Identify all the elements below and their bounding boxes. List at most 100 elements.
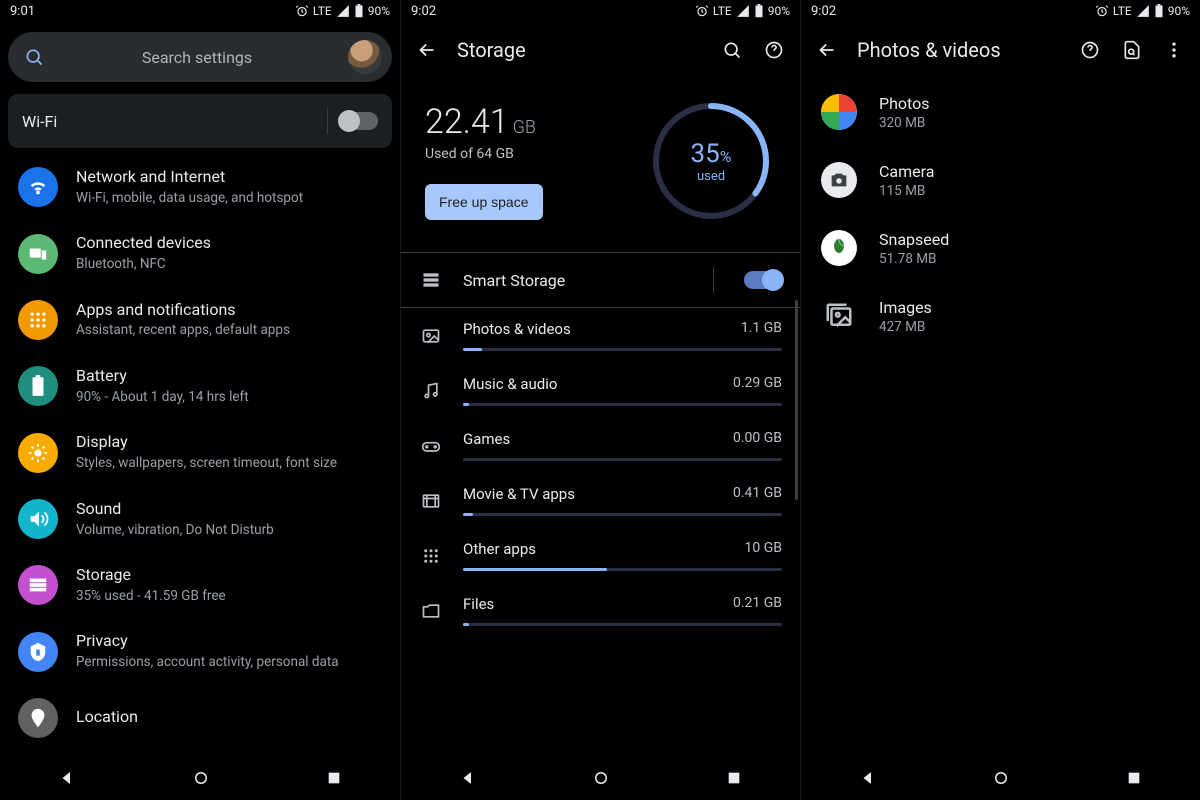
storage-used-of: Used of 64 GB [425, 146, 626, 162]
settings-item-subtitle: Wi-Fi, mobile, data usage, and hotspot [76, 190, 303, 208]
settings-item-subtitle: 35% used - 41.59 GB free [76, 588, 226, 606]
storage-category-row[interactable]: Games 0.00 GB [401, 418, 800, 473]
settings-item-storage[interactable]: Storage 35% used - 41.59 GB free [0, 552, 400, 618]
settings-item-title: Apps and notifications [76, 300, 290, 321]
nav-recent[interactable] [726, 770, 742, 786]
battery-icon [18, 366, 58, 406]
battery-icon [754, 4, 764, 18]
nav-home[interactable] [992, 769, 1010, 787]
images-icon [819, 296, 859, 336]
storage-category-row[interactable]: Movie & TV apps 0.41 GB [401, 473, 800, 528]
signal-icon [736, 4, 750, 18]
smart-storage-toggle[interactable] [744, 271, 782, 289]
sound-icon [18, 499, 58, 539]
settings-item-title: Sound [76, 499, 274, 520]
settings-item-title: Connected devices [76, 233, 211, 254]
settings-item-title: Display [76, 432, 337, 453]
status-time: 9:01 [10, 4, 35, 19]
search-placeholder: Search settings [60, 48, 334, 67]
separator [713, 267, 714, 293]
back-button[interactable] [815, 38, 839, 62]
help-button[interactable] [762, 38, 786, 62]
smart-storage-row[interactable]: Smart Storage [401, 253, 800, 307]
settings-item-title: Storage [76, 565, 226, 586]
smart-storage-icon [419, 270, 443, 290]
settings-item-subtitle: Styles, wallpapers, screen timeout, font… [76, 455, 337, 473]
settings-item-apps[interactable]: Apps and notifications Assistant, recent… [0, 287, 400, 353]
app-item[interactable]: Images 427 MB [801, 282, 1200, 350]
battery-icon [1154, 4, 1164, 18]
apps-icon [18, 300, 58, 340]
storage-category-row[interactable]: Other apps10 GB [401, 528, 800, 583]
location-icon [18, 698, 58, 738]
settings-item-title: Privacy [76, 631, 339, 652]
settings-item-privacy[interactable]: Privacy Permissions, account activity, p… [0, 618, 400, 684]
search-button[interactable] [720, 38, 744, 62]
separator [327, 108, 328, 134]
category-bar [463, 348, 782, 351]
app-size: 115 MB [879, 183, 934, 199]
category-name: Games [463, 430, 510, 448]
search-settings[interactable]: Search settings [8, 32, 392, 82]
storage-summary: 22.41GB Used of 64 GB Free up space 35% … [401, 78, 800, 252]
wifi-label: Wi-Fi [22, 112, 57, 131]
app-title: Photos [879, 94, 930, 113]
settings-item-title: Battery [76, 366, 249, 387]
status-network: LTE [713, 4, 732, 18]
find-in-page-button[interactable] [1120, 38, 1144, 62]
settings-item-display[interactable]: Display Styles, wallpapers, screen timeo… [0, 419, 400, 485]
gphotos-icon [819, 92, 859, 132]
category-icon [419, 436, 443, 456]
smart-storage-label: Smart Storage [463, 271, 693, 290]
signal-icon [1136, 4, 1150, 18]
scrollbar[interactable] [795, 300, 798, 500]
status-bar: 9:01 LTE 90% [0, 0, 400, 22]
category-icon [419, 491, 443, 511]
nav-back[interactable] [859, 769, 877, 787]
storage-used-value: 22.41GB [425, 102, 626, 142]
category-name: Movie & TV apps [463, 485, 575, 503]
settings-item-location[interactable]: Location [0, 685, 400, 751]
settings-item-sound[interactable]: Sound Volume, vibration, Do Not Disturb [0, 486, 400, 552]
nav-recent[interactable] [1126, 770, 1142, 786]
nav-bar [801, 756, 1200, 800]
wifi-icon [18, 167, 58, 207]
category-size: 10 GB [745, 540, 782, 558]
back-button[interactable] [415, 38, 439, 62]
settings-item-subtitle: 90% - About 1 day, 14 hrs left [76, 389, 249, 407]
overflow-button[interactable] [1162, 38, 1186, 62]
app-size: 427 MB [879, 319, 932, 335]
storage-header: Storage [401, 22, 800, 78]
nav-home[interactable] [592, 769, 610, 787]
storage-category-row[interactable]: Music & audio0.29 GB [401, 363, 800, 418]
wifi-toggle[interactable] [340, 112, 378, 130]
avatar[interactable] [348, 40, 382, 74]
settings-item-wifi[interactable]: Network and Internet Wi-Fi, mobile, data… [0, 154, 400, 220]
free-up-space-button[interactable]: Free up space [425, 184, 543, 220]
category-bar [463, 458, 782, 461]
camera-icon [819, 160, 859, 200]
battery-icon [354, 4, 364, 18]
settings-item-subtitle: Bluetooth, NFC [76, 256, 211, 274]
category-size: 0.00 GB [733, 430, 782, 448]
category-bar [463, 513, 782, 516]
nav-back[interactable] [58, 769, 76, 787]
alarm-icon [1095, 4, 1109, 18]
wifi-quick-toggle-row[interactable]: Wi-Fi [8, 94, 392, 148]
settings-item-battery[interactable]: Battery 90% - About 1 day, 14 hrs left [0, 353, 400, 419]
storage-category-row[interactable]: Files0.21 GB [401, 583, 800, 638]
app-title: Snapseed [879, 230, 949, 249]
category-icon [419, 381, 443, 401]
nav-recent[interactable] [326, 770, 342, 786]
help-button[interactable] [1078, 38, 1102, 62]
category-size: 0.41 GB [733, 485, 782, 503]
nav-home[interactable] [192, 769, 210, 787]
settings-item-devices[interactable]: Connected devices Bluetooth, NFC [0, 220, 400, 286]
storage-icon [18, 565, 58, 605]
storage-category-row[interactable]: Photos & videos1.1 GB [401, 308, 800, 363]
app-item[interactable]: Photos 320 MB [801, 78, 1200, 146]
app-item[interactable]: Snapseed 51.78 MB [801, 214, 1200, 282]
app-item[interactable]: Camera 115 MB [801, 146, 1200, 214]
category-name: Photos & videos [463, 320, 571, 338]
nav-back[interactable] [459, 769, 477, 787]
